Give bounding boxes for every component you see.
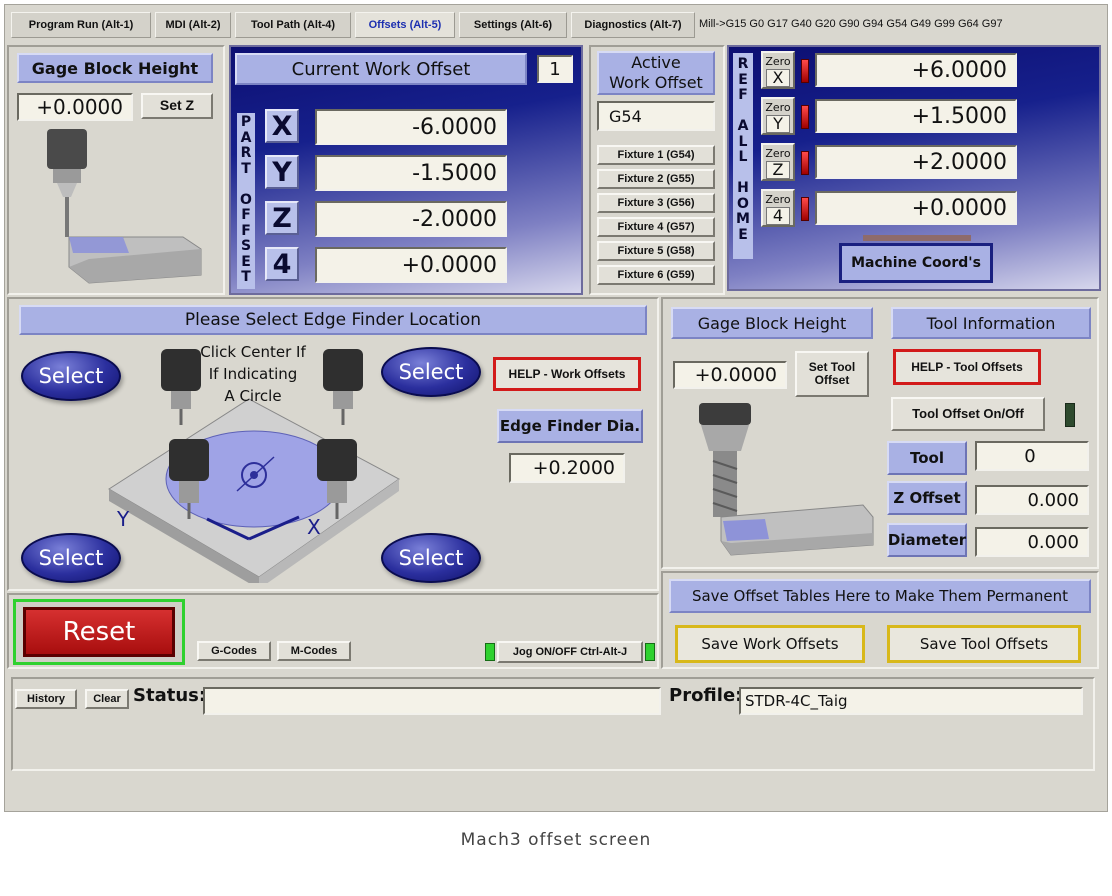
fixture-2-button[interactable]: Fixture 2 (G55) bbox=[597, 169, 715, 189]
gage-block-panel: Gage Block Height +0.0000 Set Z bbox=[7, 45, 225, 295]
fixture-1-button[interactable]: Fixture 1 (G54) bbox=[597, 145, 715, 165]
offset-number-field[interactable]: 1 bbox=[537, 55, 573, 83]
gage-block-illustration bbox=[47, 129, 202, 284]
edge-finder-title: Please Select Edge Finder Location bbox=[19, 305, 647, 335]
tab-mdi[interactable]: MDI (Alt-2) bbox=[155, 12, 231, 38]
z-offset-field[interactable]: 0.000 bbox=[975, 485, 1089, 515]
jog-led-left bbox=[485, 643, 495, 661]
axis-y-label: Y bbox=[265, 155, 299, 189]
work-offset-4-field[interactable]: +0.0000 bbox=[315, 247, 507, 283]
diameter-field[interactable]: 0.000 bbox=[975, 527, 1089, 557]
save-offsets-title: Save Offset Tables Here to Make Them Per… bbox=[669, 579, 1091, 613]
active-title-line2: Work Offset bbox=[609, 73, 703, 92]
reset-button[interactable]: Reset bbox=[23, 607, 175, 657]
edge-finder-panel: Please Select Edge Finder Location Y X C… bbox=[7, 297, 659, 591]
tool-gage-title: Gage Block Height bbox=[671, 307, 873, 339]
machine-y-field[interactable]: +1.5000 bbox=[815, 99, 1017, 133]
machine-coord-indicator bbox=[863, 235, 971, 241]
save-tool-offsets-button[interactable]: Save Tool Offsets bbox=[887, 625, 1081, 663]
current-work-offset-title: Current Work Offset bbox=[235, 53, 527, 85]
fixture-5-button[interactable]: Fixture 5 (G58) bbox=[597, 241, 715, 261]
tool-information-title: Tool Information bbox=[891, 307, 1091, 339]
save-offsets-panel: Save Offset Tables Here to Make Them Per… bbox=[661, 571, 1099, 669]
active-offset-field[interactable]: G54 bbox=[597, 101, 715, 131]
gage-block-height-field[interactable]: +0.0000 bbox=[17, 93, 133, 121]
select-bottom-right-button[interactable]: Select bbox=[381, 533, 481, 583]
work-offset-z-field[interactable]: -2.0000 bbox=[315, 201, 507, 237]
tool-offset-on-off-button[interactable]: Tool Offset On/Off bbox=[891, 397, 1045, 431]
tool-panel: Gage Block Height Tool Information +0.00… bbox=[661, 297, 1099, 569]
select-top-right-button[interactable]: Select bbox=[381, 347, 481, 397]
diameter-label: Diameter bbox=[887, 523, 967, 557]
status-label: Status: bbox=[133, 685, 207, 706]
zero-x-button[interactable]: Zero X bbox=[761, 51, 795, 89]
z-ref-led bbox=[801, 151, 809, 175]
tab-diagnostics[interactable]: Diagnostics (Alt-7) bbox=[571, 12, 695, 38]
machine-coords-panel: REFALLHOME Zero X +6.0000 Zero Y +1.5000 Z… bbox=[727, 45, 1101, 291]
machine-coords-button[interactable]: Machine Coord's bbox=[839, 243, 993, 283]
circle-hint: Click Center If If Indicating A Circle bbox=[200, 343, 306, 405]
active-work-offset-panel: Active Work Offset G54 Fixture 1 (G54) F… bbox=[589, 45, 725, 295]
tab-settings[interactable]: Settings (Alt-6) bbox=[459, 12, 567, 38]
help-tool-offsets-button[interactable]: HELP - Tool Offsets bbox=[893, 349, 1041, 385]
bottom-controls-panel: Reset G-Codes M-Codes Jog ON/OFF Ctrl-Al… bbox=[7, 593, 659, 669]
set-z-button[interactable]: Set Z bbox=[141, 93, 213, 119]
x-ref-led bbox=[801, 59, 809, 83]
fixture-6-button[interactable]: Fixture 6 (G59) bbox=[597, 265, 715, 285]
tool-number-field[interactable]: 0 bbox=[975, 441, 1089, 471]
y-axis-label: Y bbox=[117, 507, 130, 531]
tool-offset-led bbox=[1065, 403, 1075, 427]
g-codes-button[interactable]: G-Codes bbox=[197, 641, 271, 661]
help-work-offsets-button[interactable]: HELP - Work Offsets bbox=[493, 357, 641, 391]
axis-4-label: 4 bbox=[265, 247, 299, 281]
axis-z-label: Z bbox=[265, 201, 299, 235]
select-top-left-button[interactable]: Select bbox=[21, 351, 121, 401]
select-bottom-left-button[interactable]: Select bbox=[21, 533, 121, 583]
axis-x-label: X bbox=[265, 109, 299, 143]
work-offset-x-field[interactable]: -6.0000 bbox=[315, 109, 507, 145]
history-button[interactable]: History bbox=[15, 689, 77, 709]
current-work-offset-panel: Current Work Offset 1 PARTOFFSET X -6.00… bbox=[229, 45, 583, 295]
profile-field: STDR-4C_Taig bbox=[739, 687, 1083, 715]
tab-program-run[interactable]: Program Run (Alt-1) bbox=[11, 12, 151, 38]
y-ref-led bbox=[801, 105, 809, 129]
profile-label: Profile: bbox=[669, 685, 743, 706]
tab-tool-path[interactable]: Tool Path (Alt-4) bbox=[235, 12, 351, 38]
tool-gage-height-field[interactable]: +0.0000 bbox=[673, 361, 787, 389]
status-panel: History Clear Status: Profile: STDR-4C_T… bbox=[11, 677, 1095, 771]
machine-x-field[interactable]: +6.0000 bbox=[815, 53, 1017, 87]
modal-gcode-line: Mill->G15 G0 G17 G40 G20 G90 G94 G54 G49… bbox=[699, 18, 1003, 30]
set-tool-offset-button[interactable]: Set Tool Offset bbox=[795, 351, 869, 397]
jog-on-off-button[interactable]: Jog ON/OFF Ctrl-Alt-J bbox=[497, 641, 643, 663]
fixture-3-button[interactable]: Fixture 3 (G56) bbox=[597, 193, 715, 213]
status-field bbox=[203, 687, 661, 715]
edge-finder-dia-label: Edge Finder Dia. bbox=[497, 409, 643, 443]
fixture-4-button[interactable]: Fixture 4 (G57) bbox=[597, 217, 715, 237]
zero-4-button[interactable]: Zero 4 bbox=[761, 189, 795, 227]
mach3-window: Program Run (Alt-1) MDI (Alt-2) Tool Pat… bbox=[4, 4, 1108, 812]
ref-all-home-button[interactable]: REFALLHOME bbox=[733, 53, 753, 259]
part-offset-label: PARTOFFSET bbox=[237, 113, 255, 289]
tab-offsets[interactable]: Offsets (Alt-5) bbox=[355, 12, 455, 38]
active-work-offset-title: Active Work Offset bbox=[597, 51, 715, 95]
zero-z-button[interactable]: Zero Z bbox=[761, 143, 795, 181]
clear-button[interactable]: Clear bbox=[85, 689, 129, 709]
active-title-line1: Active bbox=[631, 53, 681, 72]
zero-y-button[interactable]: Zero Y bbox=[761, 97, 795, 135]
machine-4-field[interactable]: +0.0000 bbox=[815, 191, 1017, 225]
machine-z-field[interactable]: +2.0000 bbox=[815, 145, 1017, 179]
z-offset-label: Z Offset bbox=[887, 481, 967, 515]
image-caption: Mach3 offset screen bbox=[460, 830, 652, 850]
work-offset-y-field[interactable]: -1.5000 bbox=[315, 155, 507, 191]
a-ref-led bbox=[801, 197, 809, 221]
tool-illustration bbox=[699, 403, 874, 556]
gage-block-title: Gage Block Height bbox=[17, 53, 213, 83]
jog-led-right bbox=[645, 643, 655, 661]
save-work-offsets-button[interactable]: Save Work Offsets bbox=[675, 625, 865, 663]
edge-finder-dia-field[interactable]: +0.2000 bbox=[509, 453, 625, 483]
tool-label: Tool bbox=[887, 441, 967, 475]
x-axis-label: X bbox=[307, 515, 321, 539]
m-codes-button[interactable]: M-Codes bbox=[277, 641, 351, 661]
